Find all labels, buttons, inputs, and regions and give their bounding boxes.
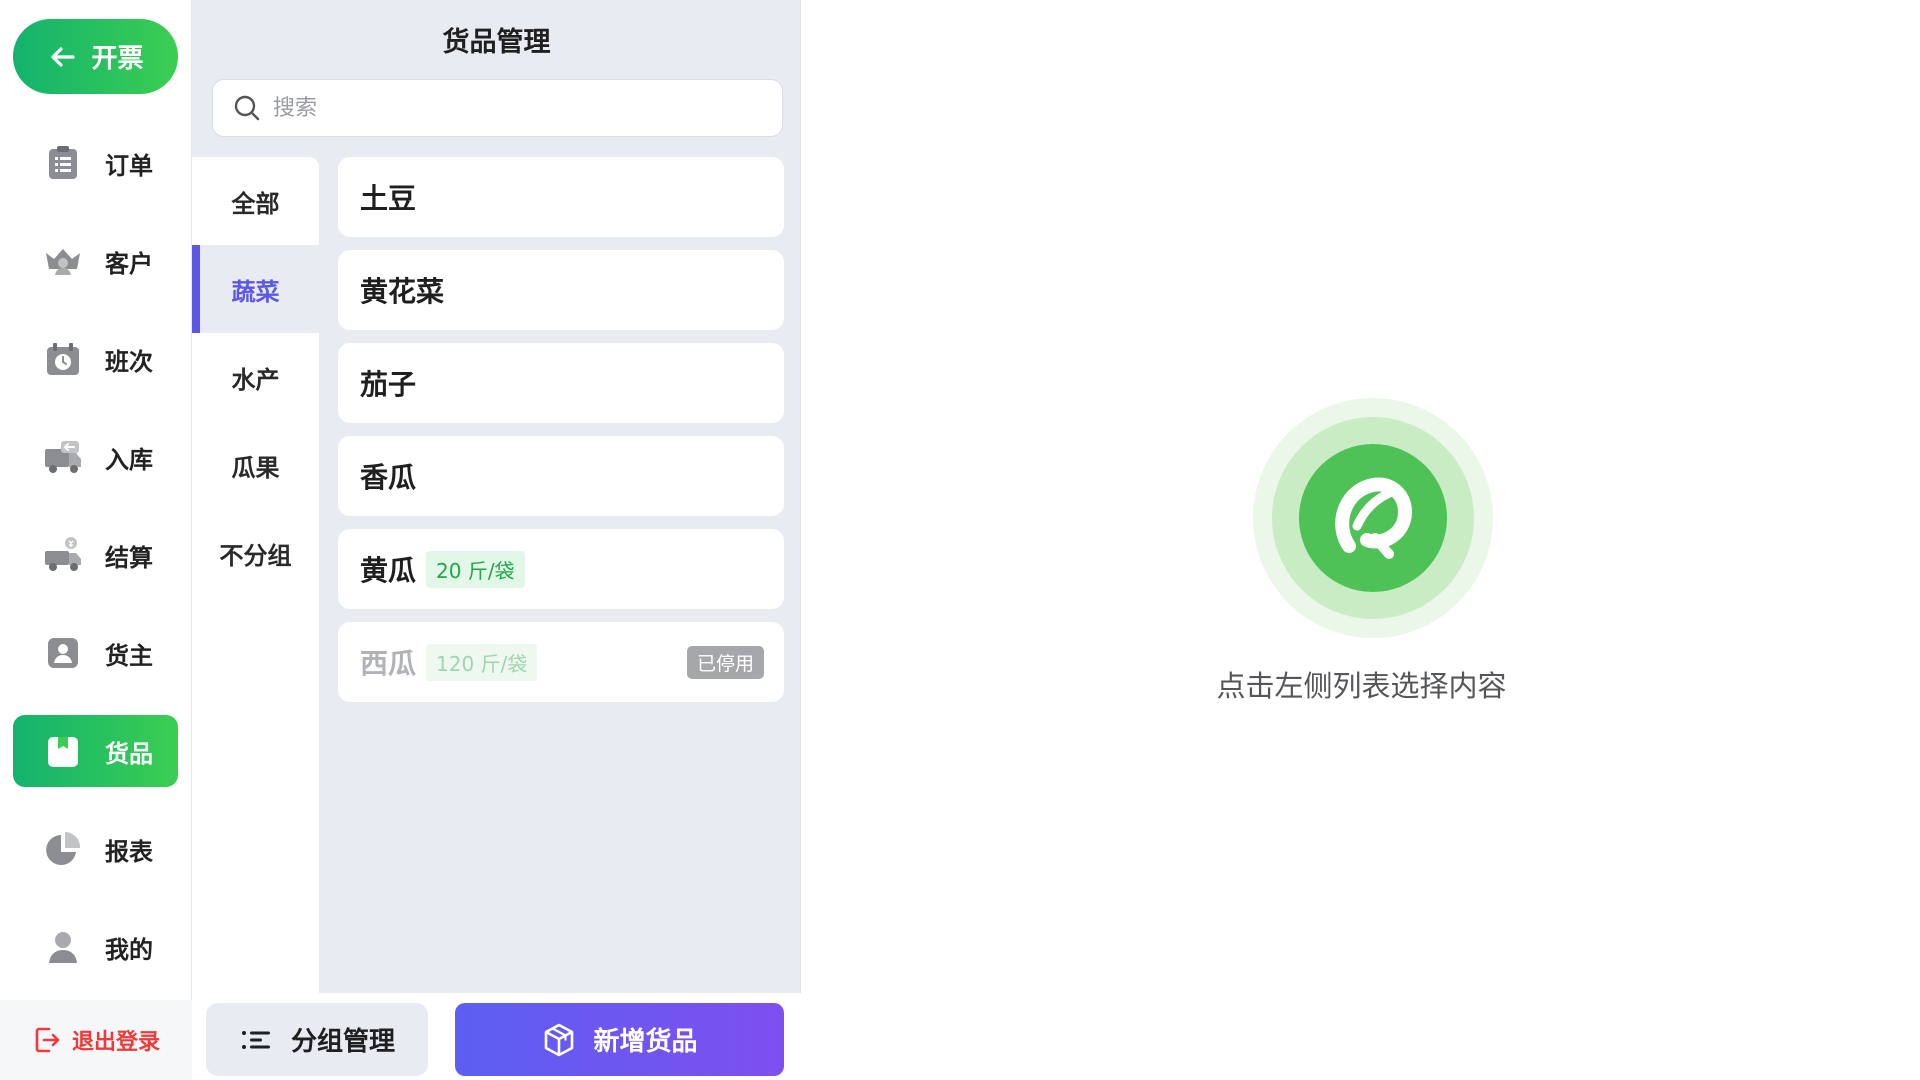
sidebar-item-settlement[interactable]: 结算 — [13, 519, 178, 591]
page-title: 货品管理 — [442, 27, 551, 58]
sidebar-item-owners[interactable]: 货主 — [13, 617, 178, 689]
sidebar-item-label: 我的 — [105, 935, 153, 964]
detail-area: 点击左侧列表选择内容 — [801, 0, 1920, 1080]
invoice-button-label: 开票 — [91, 44, 144, 74]
panel-footer: 分组管理 新增货品 — [192, 993, 801, 1080]
goods-item[interactable]: 西瓜 120 斤/袋 已停用 — [338, 622, 784, 702]
arrow-left-icon — [51, 46, 76, 67]
app-root: 开票 订单 客户 班次 入库 结算 货主 货品 报表 我的 退出登录 货品管理 … — [0, 0, 1920, 1080]
sidebar-item-orders[interactable]: 订单 — [13, 127, 178, 199]
add-goods-label: 新增货品 — [593, 1027, 698, 1057]
user-icon — [43, 927, 83, 967]
crown-user-icon — [43, 241, 83, 281]
sidebar-item-label: 货品 — [105, 739, 153, 768]
group-list: 全部 蔬菜 水产 瓜果 不分组 — [192, 157, 319, 993]
disabled-status-badge: 已停用 — [686, 646, 764, 679]
goods-item[interactable]: 土豆 — [338, 157, 784, 237]
sidebar-item-inbound[interactable]: 入库 — [13, 421, 178, 493]
sidebar-item-label: 货主 — [105, 641, 153, 670]
invoice-button[interactable]: 开票 — [13, 19, 178, 94]
logout-button[interactable]: 退出登录 — [32, 1024, 160, 1056]
group-item-vegetables[interactable]: 蔬菜 — [192, 245, 319, 333]
sidebar-item-shifts[interactable]: 班次 — [13, 323, 178, 395]
logout-icon — [35, 1027, 60, 1053]
goods-list: 土豆 黄花菜 茄子 香瓜 黄瓜 20 斤/袋 西瓜 120 斤/袋 已停用 — [338, 157, 784, 715]
group-item-all[interactable]: 全部 — [192, 157, 319, 245]
truck-inbound-icon — [43, 437, 83, 477]
goods-name: 黄花菜 — [360, 275, 445, 308]
search-box[interactable] — [212, 79, 783, 137]
sidebar-item-label: 结算 — [105, 543, 153, 572]
group-item-seafood[interactable]: 水产 — [192, 333, 319, 421]
sidebar-item-mine[interactable]: 我的 — [13, 911, 178, 983]
goods-box-icon — [43, 731, 83, 771]
group-item-ungrouped[interactable]: 不分组 — [192, 509, 319, 597]
sidebar-item-label: 客户 — [105, 249, 153, 278]
sidebar-item-label: 入库 — [105, 445, 153, 474]
add-goods-button[interactable]: 新增货品 — [455, 1003, 784, 1076]
sidebar-item-reports[interactable]: 报表 — [13, 813, 178, 885]
sidebar-item-label: 班次 — [105, 347, 153, 376]
goods-name: 西瓜 — [360, 647, 417, 680]
group-item-fruits[interactable]: 瓜果 — [192, 421, 319, 509]
goods-name: 香瓜 — [360, 461, 417, 494]
goods-name: 土豆 — [360, 182, 417, 215]
sidebar-item-goods[interactable]: 货品 — [13, 715, 178, 787]
sidebar-nav: 开票 订单 客户 班次 入库 结算 货主 货品 报表 我的 退出登录 — [0, 0, 192, 1080]
clipboard-list-icon — [43, 143, 83, 183]
group-manage-button[interactable]: 分组管理 — [206, 1003, 428, 1076]
cube-icon — [545, 1023, 574, 1056]
empty-state-text: 点击左侧列表选择内容 — [1216, 669, 1507, 703]
list-icon — [241, 1030, 270, 1049]
sidebar-item-customers[interactable]: 客户 — [13, 225, 178, 297]
goods-management-panel: 货品管理 全部 蔬菜 水产 瓜果 不分组 土豆 黄花菜 茄子 — [192, 0, 801, 1080]
goods-item[interactable]: 黄瓜 20 斤/袋 — [338, 529, 784, 609]
goods-unit-tag: 120 斤/袋 — [426, 643, 538, 681]
search-icon — [234, 95, 260, 121]
truck-yuan-icon — [43, 535, 83, 575]
goods-item[interactable]: 黄花菜 — [338, 250, 784, 330]
logout-label: 退出登录 — [71, 1030, 160, 1055]
goods-item[interactable]: 茄子 — [338, 343, 784, 423]
sidebar-footer: 退出登录 — [0, 1000, 192, 1080]
goods-name: 茄子 — [360, 368, 417, 401]
goods-name: 黄瓜 — [360, 554, 417, 587]
pie-chart-icon — [43, 829, 83, 869]
calendar-clock-icon — [43, 339, 83, 379]
owner-badge-icon — [43, 633, 83, 673]
sidebar-item-label: 订单 — [105, 151, 153, 180]
goods-item[interactable]: 香瓜 — [338, 436, 784, 516]
app-logo-icon — [1253, 398, 1493, 638]
sidebar-item-label: 报表 — [105, 837, 153, 866]
group-manage-label: 分组管理 — [290, 1027, 395, 1057]
search-input[interactable] — [273, 95, 753, 121]
goods-unit-tag: 20 斤/袋 — [426, 550, 525, 588]
